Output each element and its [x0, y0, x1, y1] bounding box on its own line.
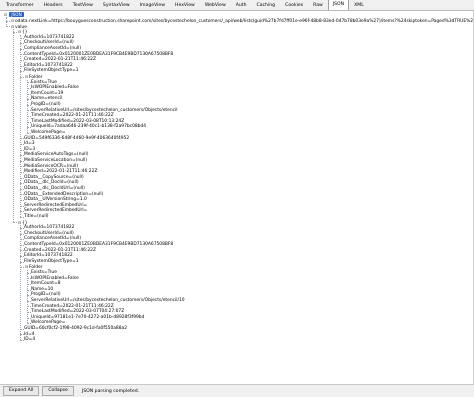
tree-connector — [12, 222, 17, 224]
tree-guide-line — [12, 29, 14, 223]
tree-row-label: ComplianceAssetId=(null) — [24, 236, 82, 242]
tree-row-label: OData__UIVersionString=1.0 — [24, 197, 87, 203]
tree-row-label: CheckoutUserId=(null) — [24, 40, 74, 46]
tree-guide-line — [26, 79, 28, 133]
tree-row-label: ContentTypeId=0x0120001ZE0BDEA31F9CB4E9B… — [24, 242, 174, 247]
tab-json[interactable]: JSON — [327, 0, 350, 10]
tab-textview[interactable]: TextView — [68, 0, 98, 10]
tree-row-label: IsWOPIEnabled=False — [31, 85, 79, 91]
tab-xml[interactable]: XML — [349, 0, 369, 10]
tab-transformer[interactable]: Transformer — [1, 0, 39, 10]
tab-headers[interactable]: Headers — [39, 0, 68, 10]
json-root-badge[interactable]: JSON — [9, 12, 24, 17]
tree-row-label: ContentTypeId=0x0120001ZE0BDEA31F9CB4E9B… — [24, 51, 174, 57]
tree-guide-line — [26, 270, 28, 324]
json-tree-view[interactable]: ⊟ JSON ⊟odata.nextLink=https://bouyguesc… — [0, 11, 474, 384]
tree-row-label: TimeCreated=2022-01-21T11:46:22Z — [31, 303, 114, 309]
tree-row-label: Modified=2022-01-21T11:46:22Z — [24, 169, 98, 175]
tree-row-label: Name=etencil — [31, 96, 63, 102]
tree-row-label: Exists=True — [31, 79, 57, 85]
tree-guide-line — [19, 225, 21, 340]
tree-row-label: GUID=60cf0cf2-1f98-4092-9c1d-fa0f550a88a… — [24, 326, 128, 331]
status-text: JSON parsing completed. — [81, 388, 140, 394]
collapse-button[interactable]: Collapse — [42, 386, 74, 396]
tree-row-label: UniqueId=7adaa646-239f-40c1-b138-f2a97bc… — [31, 124, 147, 130]
tree-row-label: ServerRedirectedEmbedUrl= — [24, 208, 88, 214]
tree-row-label: EditorId=1073741822 — [24, 253, 73, 259]
tree-row-label: GUID=549f6336-648f-4460-9e9f-4063640f495… — [24, 135, 130, 141]
tree-row-label: MediaServiceLocation=(null) — [24, 158, 88, 163]
tree-row-label: Created=2022-01-21T11:46:22Z — [24, 247, 96, 253]
tab-raw[interactable]: Raw — [308, 0, 328, 10]
tree-connector — [5, 26, 10, 28]
tree-row-label: FileSystemObjectType=1 — [24, 68, 79, 74]
tree-row-label: Title=(null) — [24, 214, 49, 219]
tab-hexview[interactable]: HexView — [170, 0, 200, 10]
tree-row-label: OData__ExtendedDescription=(null) — [24, 191, 104, 197]
tree-row-label: IsWOPIEnabled=False — [31, 275, 79, 281]
tree-leaf[interactable]: ID=4 — [24, 337, 35, 343]
tree-row-label: ProgID=(null) — [31, 292, 61, 298]
tree-row-label: WelcomePage= — [31, 320, 66, 326]
tree-row-label: ID=4 — [24, 337, 36, 343]
tab-caching[interactable]: Caching — [252, 0, 281, 10]
tree-connector — [19, 340, 24, 341]
tree-row-label: Exists=True — [31, 270, 57, 275]
tree-leaf[interactable]: GUID=60cf0cf2-1f98-4092-9c1d-fa0f550a88a… — [24, 326, 127, 332]
tab-syntaxview[interactable]: SyntaxView — [98, 0, 135, 10]
tree-row-label: ServerRelativeUrl=/sites/bycestechelon_c… — [31, 298, 185, 303]
tab-imageview[interactable]: ImageView — [135, 0, 170, 10]
tree-guide-line — [5, 17, 7, 26]
tree-row-label: ServerRelativeUrl=/sites/bycestechelon_c… — [31, 107, 178, 113]
tree-row-label: odata.nextLink=https://bouyguesconstruct… — [15, 19, 474, 24]
footer-bar: Expand All Collapse JSON parsing complet… — [0, 384, 474, 397]
tree-connector — [19, 216, 24, 218]
tree-row-label: AuthorId=1073741822 — [24, 225, 75, 231]
tree-guide-line — [19, 34, 21, 217]
tree-row-label: Created=2022-01-21T11:46:22Z — [24, 57, 96, 63]
tree-row-label: Id=4 — [24, 331, 35, 337]
tree-row-label: OData__dlc_DocId=(null) — [24, 180, 79, 186]
tree-node[interactable]: ⊟odata.nextLink=https://bouyguesconstruc… — [10, 18, 474, 24]
tree-row-label: ItemCount=8 — [31, 281, 61, 287]
tree-row-label: OData__dlc_DocIdUrl=(null) — [24, 186, 85, 191]
tree-row-label: TimeCreated=2022-01-21T11:46:22Z — [31, 113, 114, 119]
expand-all-button[interactable]: Expand All — [3, 386, 40, 396]
tree-row-label: TimeLastModified=2022-03-07T04:27:07Z — [31, 309, 125, 315]
tree-row-label: WelcomePage= — [31, 130, 66, 135]
tree-row-label: FileSystemObjectType=1 — [24, 258, 79, 264]
tree-row-label: ProgID=(null) — [31, 102, 61, 107]
tab-webview[interactable]: WebView — [200, 0, 231, 10]
tree-connector — [26, 323, 31, 325]
tree-row-label: MediaServiceAutoTags=(null) — [24, 152, 89, 158]
tab-auth[interactable]: Auth — [231, 0, 252, 10]
tree-row-label: ComplianceAssetId=(null) — [24, 46, 82, 51]
tree-row-label: Id=3 — [24, 141, 35, 147]
tab-cookies[interactable]: Cookies — [280, 0, 308, 10]
tree-connector — [26, 132, 31, 134]
tree-row-label: MediaServiceOCR=(null) — [24, 163, 79, 169]
inspector-tab-bar: Transformer Headers TextView SyntaxView Imag… — [0, 0, 474, 11]
tree-leaf[interactable]: Title=(null) — [24, 214, 49, 220]
tree-leaf[interactable]: GUID=549f6336-648f-4460-9e9f-4063640f495… — [24, 136, 129, 142]
